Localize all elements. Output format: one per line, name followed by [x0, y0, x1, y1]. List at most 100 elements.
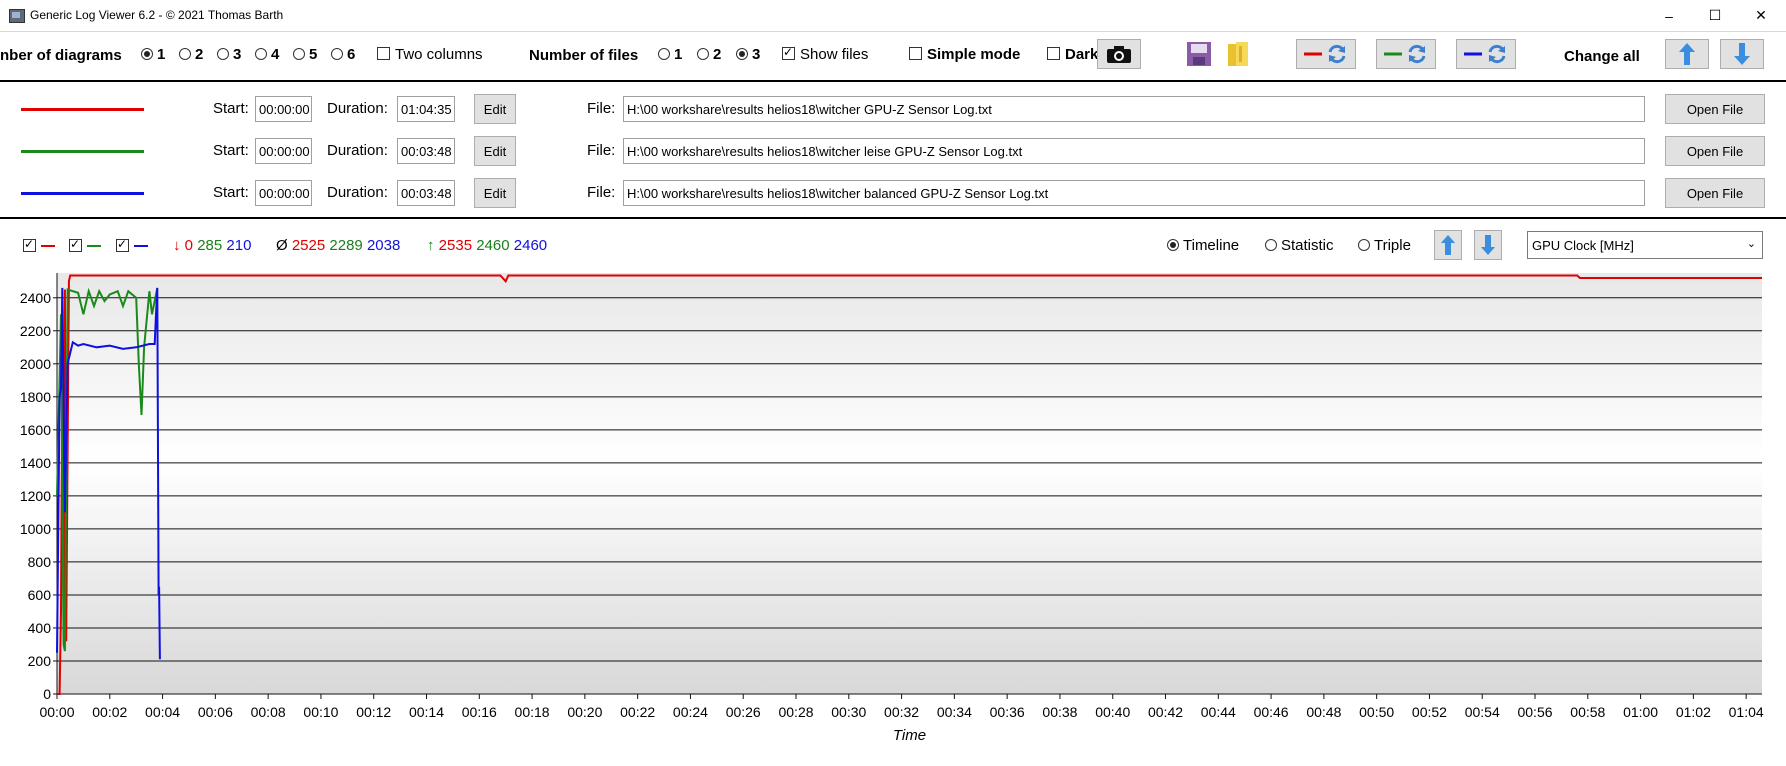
- x-axis-label: Time: [893, 727, 926, 744]
- open-folder-button[interactable]: [1223, 39, 1255, 69]
- x-tick-label: 00:52: [1412, 704, 1447, 720]
- move-up-all-button[interactable]: [1665, 39, 1709, 69]
- file-count-2[interactable]: 2: [697, 46, 721, 63]
- camera-button[interactable]: [1097, 39, 1141, 69]
- radio-icon: [1167, 239, 1179, 251]
- move-down-all-button[interactable]: [1720, 39, 1764, 69]
- arrow-down-icon: [1481, 235, 1495, 255]
- diagram-count-1[interactable]: 1: [141, 46, 165, 63]
- series-3-swatch: [134, 245, 148, 247]
- diagram-count-6[interactable]: 6: [331, 46, 355, 63]
- file-path-field[interactable]: H:\00 workshare\results helios18\witcher…: [623, 96, 1645, 122]
- series-3-toggle[interactable]: [116, 237, 148, 255]
- show-files-checkbox[interactable]: Show files: [782, 45, 868, 63]
- chart-down-button[interactable]: [1474, 230, 1502, 260]
- statistic-radio[interactable]: Statistic: [1265, 237, 1334, 254]
- chart-up-button[interactable]: [1434, 230, 1462, 260]
- swap-red-button[interactable]: [1296, 39, 1356, 69]
- checkbox-icon: [782, 45, 795, 60]
- open-file-button[interactable]: Open File: [1665, 136, 1765, 166]
- folder-icon: [1228, 42, 1248, 66]
- file-count-1[interactable]: 1: [658, 46, 682, 63]
- max-value-3: 2460: [513, 237, 548, 254]
- swap-green-button[interactable]: [1376, 39, 1436, 69]
- timeline-radio[interactable]: Timeline: [1167, 237, 1239, 254]
- radio-icon: [658, 48, 670, 60]
- radio-icon: [141, 48, 153, 60]
- file-panel: Start: 00:00:00 Duration: 01:04:35 Edit …: [0, 82, 1786, 219]
- radio-icon: [697, 48, 709, 60]
- x-tick-label: 01:00: [1623, 704, 1658, 720]
- max-value-2: 2460: [476, 237, 510, 254]
- duration-field[interactable]: 00:03:48: [397, 180, 455, 206]
- file-path-field[interactable]: H:\00 workshare\results helios18\witcher…: [623, 180, 1645, 206]
- gpu-clock-chart[interactable]: 0 200 400 600 800 1000 1200 1400 1600 1800 2000 220…: [0, 270, 1786, 761]
- save-button[interactable]: [1183, 39, 1215, 69]
- file-count-3[interactable]: 3: [736, 46, 760, 63]
- x-tick-label: 00:00: [39, 704, 74, 720]
- chart-area: 0 200 400 600 800 1000 1200 1400 1600 1800 2000 220…: [0, 270, 1786, 761]
- edit-button[interactable]: Edit: [474, 136, 516, 166]
- radio-icon: [1265, 239, 1277, 251]
- file-label: File:: [587, 184, 616, 201]
- open-file-button[interactable]: Open File: [1665, 94, 1765, 124]
- file-row-1: Start: 00:00:00 Duration: 01:04:35 Edit …: [0, 92, 1786, 126]
- x-tick-label: 00:18: [515, 704, 550, 720]
- series-1-swatch: [41, 245, 55, 247]
- min-value-3: 210: [226, 237, 252, 254]
- series-2-toggle[interactable]: [69, 237, 101, 255]
- series-color-line: [21, 192, 144, 195]
- checkbox-icon: [909, 47, 922, 60]
- simple-mode-checkbox[interactable]: Simple mode: [909, 46, 1020, 63]
- duration-field[interactable]: 00:03:48: [397, 138, 455, 164]
- blue-refresh-icon: [1464, 44, 1506, 64]
- sensor-select[interactable]: GPU Clock [MHz] ⌄: [1527, 231, 1763, 259]
- y-tick-label: 1600: [20, 422, 51, 438]
- start-field[interactable]: 00:00:00: [255, 96, 312, 122]
- x-tick-label: 01:02: [1676, 704, 1711, 720]
- edit-button[interactable]: Edit: [474, 94, 516, 124]
- arrow-up-icon: [1441, 235, 1455, 255]
- swap-blue-button[interactable]: [1456, 39, 1516, 69]
- file-path-field[interactable]: H:\00 workshare\results helios18\witcher…: [623, 138, 1645, 164]
- duration-label: Duration:: [327, 142, 388, 159]
- x-tick-label: 00:30: [831, 704, 866, 720]
- duration-label: Duration:: [327, 184, 388, 201]
- max-stats: ↑ 2535 2460 2460: [427, 237, 547, 254]
- series-2-swatch: [87, 245, 101, 247]
- maximize-button[interactable]: ☐: [1692, 0, 1738, 31]
- open-file-button[interactable]: Open File: [1665, 178, 1765, 208]
- y-tick-label: 1800: [20, 389, 51, 405]
- close-button[interactable]: ✕: [1738, 0, 1784, 31]
- max-arrow-icon: ↑: [427, 237, 435, 254]
- edit-button[interactable]: Edit: [474, 178, 516, 208]
- diagram-count-3[interactable]: 3: [217, 46, 241, 63]
- duration-field[interactable]: 01:04:35: [397, 96, 455, 122]
- series-color-line: [21, 150, 144, 153]
- diagram-count-5[interactable]: 5: [293, 46, 317, 63]
- x-tick-label: 00:04: [145, 704, 180, 720]
- toolbar: nber of diagrams 1 2 3 4 5 6 Two columns…: [0, 32, 1786, 82]
- sensor-select-value: GPU Clock [MHz]: [1532, 238, 1634, 253]
- dark-checkbox[interactable]: Dark: [1047, 46, 1097, 63]
- x-tick-label: 00:38: [1042, 704, 1077, 720]
- y-tick-label: 0: [43, 686, 51, 702]
- min-arrow-icon: ↓: [173, 237, 181, 254]
- diagram-count-2[interactable]: 2: [179, 46, 203, 63]
- x-tick-label: 00:56: [1517, 704, 1552, 720]
- diagram-count-4[interactable]: 4: [255, 46, 279, 63]
- x-tick-label: 00:58: [1570, 704, 1605, 720]
- x-tick-label: 01:04: [1729, 704, 1764, 720]
- start-field[interactable]: 00:00:00: [255, 138, 312, 164]
- two-columns-checkbox[interactable]: Two columns: [377, 46, 483, 63]
- series-color-line: [21, 108, 144, 111]
- avg-value-1: 2525: [291, 237, 326, 254]
- triple-radio[interactable]: Triple: [1358, 237, 1411, 254]
- series-1-toggle[interactable]: [23, 237, 55, 255]
- x-tick-label: 00:14: [409, 704, 444, 720]
- radio-icon: [255, 48, 267, 60]
- start-field[interactable]: 00:00:00: [255, 180, 312, 206]
- x-tick-label: 00:24: [673, 704, 708, 720]
- chevron-down-icon: ⌄: [1746, 238, 1756, 250]
- minimize-button[interactable]: –: [1646, 0, 1692, 31]
